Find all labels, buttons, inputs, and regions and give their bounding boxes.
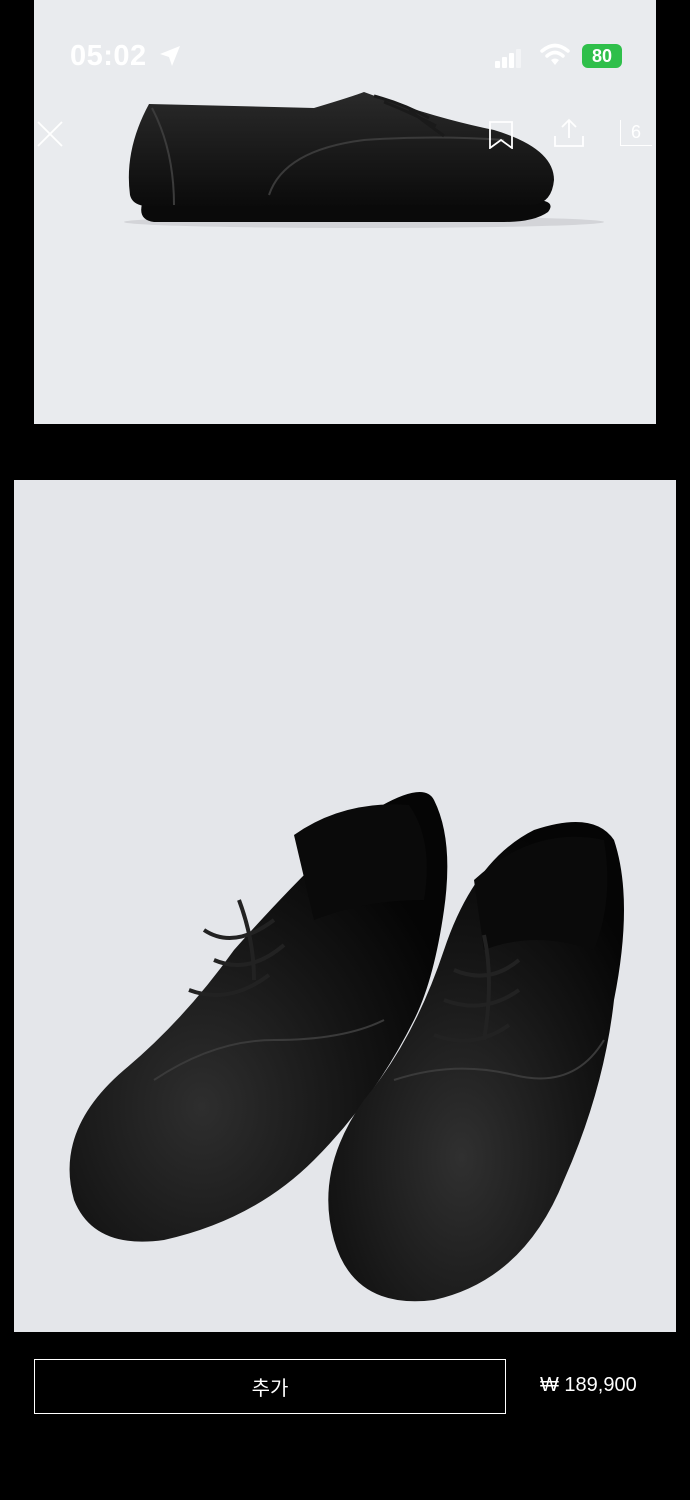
add-to-cart-button[interactable]: 추가 <box>34 1359 506 1414</box>
battery-indicator: 80 <box>582 44 622 68</box>
signal-icon <box>495 49 521 68</box>
status-bar: 05:02 80 <box>0 0 690 110</box>
share-icon[interactable] <box>553 118 585 148</box>
close-icon[interactable] <box>36 120 64 148</box>
wifi-icon <box>540 43 570 65</box>
location-arrow-icon <box>160 46 180 66</box>
add-to-cart-label: 추가 <box>251 1376 289 1400</box>
image-count-button[interactable]: 6 <box>620 120 652 146</box>
shoe-pair-illustration <box>69 792 624 1302</box>
bookmark-icon[interactable] <box>488 121 514 149</box>
status-time: 05:02 <box>70 40 147 72</box>
image-count-label: 6 <box>631 122 642 142</box>
product-image-pair[interactable] <box>14 480 676 1332</box>
product-price: ₩ 189,900 <box>540 1374 637 1396</box>
